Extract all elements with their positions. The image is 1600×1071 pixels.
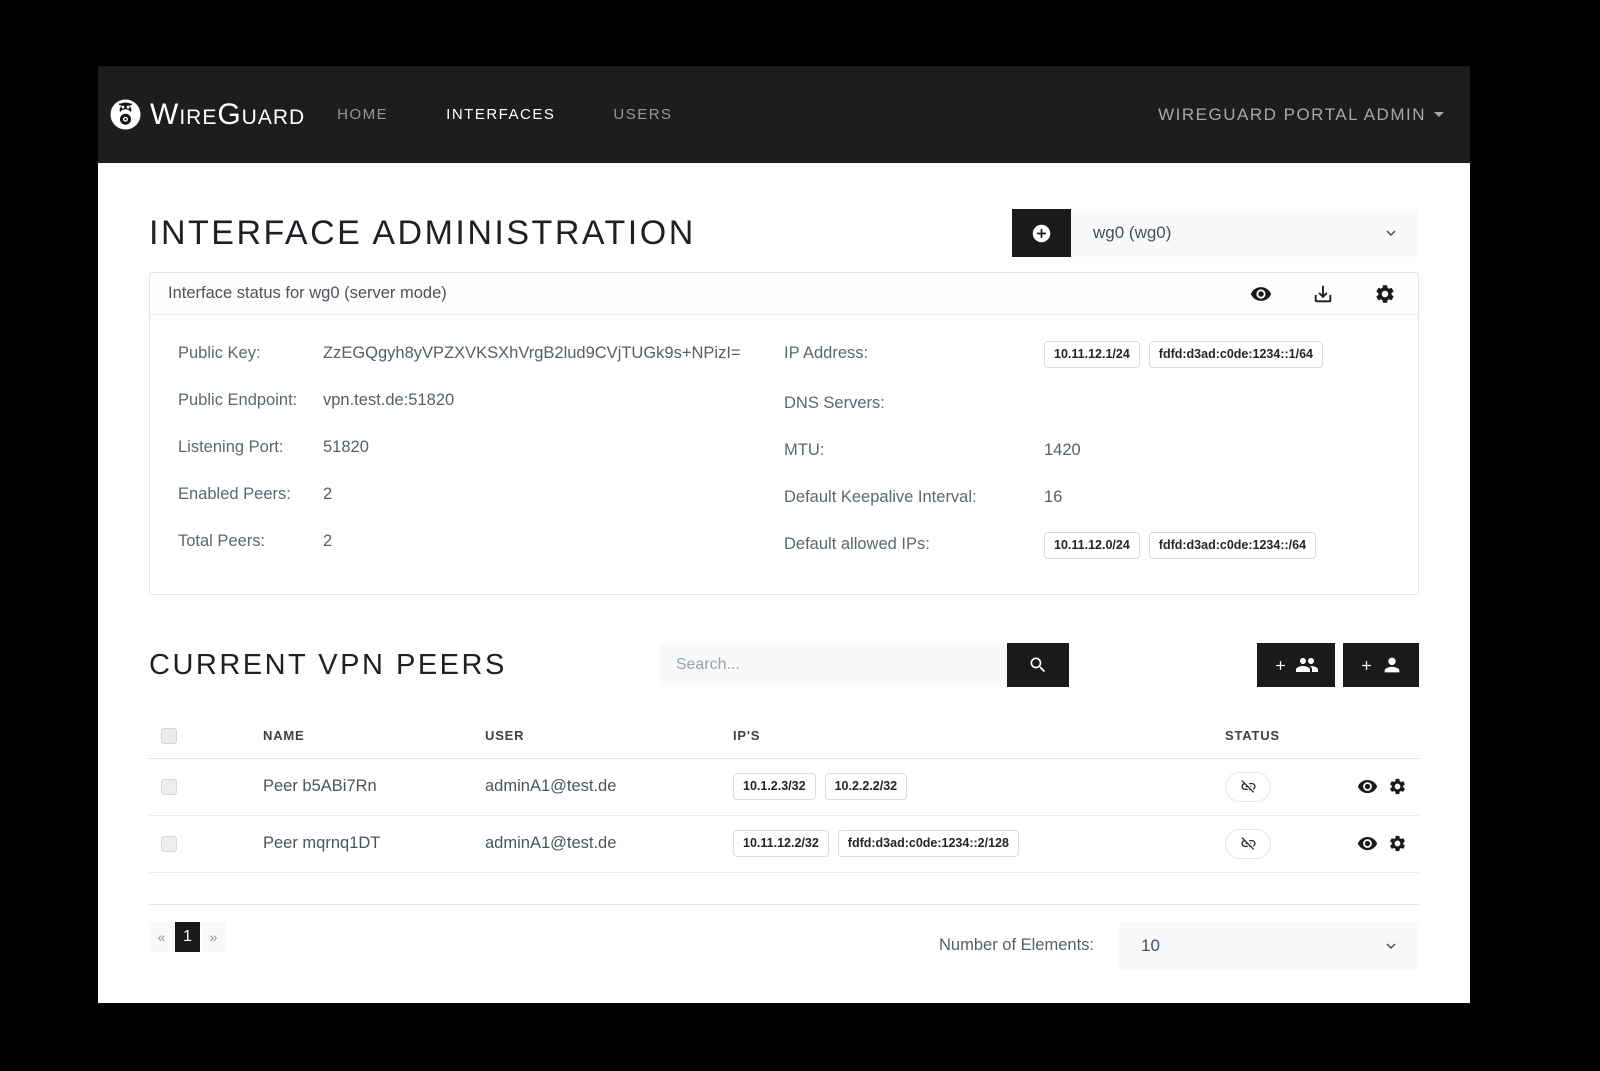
status-right-column: IP Address: 10.11.12.1/24 fdfd:d3ad:c0de… (784, 341, 1390, 582)
search-icon (1028, 655, 1048, 675)
user-icon (1381, 654, 1403, 676)
interface-status-card: Interface status for wg0 (server mode) (149, 272, 1419, 595)
interface-select-value: wg0 (wg0) (1093, 223, 1171, 243)
row-checkbox[interactable] (161, 836, 177, 852)
status-left-column: Public Key: ZzEGQgyh8yVPZXVKSXhVrgB2lud9… (178, 341, 784, 582)
edit-peer-button[interactable] (1388, 777, 1407, 796)
search-button[interactable] (1007, 643, 1069, 687)
table-header-row: NAME USER IP'S STATUS (149, 713, 1419, 758)
kv-keepalive: Default Keepalive Interval: 16 (784, 485, 1390, 509)
chevron-down-icon (1383, 225, 1399, 241)
caret-down-icon (1434, 112, 1444, 117)
eye-icon (1357, 833, 1378, 854)
wireguard-logo-icon (110, 99, 141, 130)
ip-badge: 10.11.12.1/24 (1044, 341, 1140, 368)
add-multiple-peers-button[interactable] (1257, 643, 1335, 687)
peer-ip-badge: fdfd:d3ad:c0de:1234::2/128 (838, 830, 1019, 857)
edit-peer-button[interactable] (1388, 834, 1407, 853)
page-title: INTERFACE ADMINISTRATION (149, 214, 696, 253)
kv-public-endpoint: Public Endpoint: vpn.test.de:51820 (178, 388, 784, 412)
user-menu-dropdown[interactable]: WIREGUARD PORTAL ADMIN (1158, 105, 1444, 125)
peers-table: NAME USER IP'S STATUS Peer b5ABi7Rn admi… (149, 713, 1419, 873)
card-title: Interface status for wg0 (server mode) (168, 284, 447, 303)
peer-user: adminA1@test.de (473, 815, 721, 872)
peer-user: adminA1@test.de (473, 758, 721, 815)
gear-icon (1388, 834, 1407, 853)
table-row: Peer mqrnq1DT adminA1@test.de 10.11.12.2… (149, 815, 1419, 872)
view-peer-button[interactable] (1357, 776, 1378, 797)
kv-ip-address: IP Address: 10.11.12.1/24 fdfd:d3ad:c0de… (784, 341, 1390, 368)
peer-ip-badge: 10.11.12.2/32 (733, 830, 829, 857)
interface-select[interactable]: wg0 (wg0) (1071, 209, 1419, 257)
kv-mtu: MTU: 1420 (784, 438, 1390, 462)
search-input[interactable] (660, 643, 1007, 687)
column-header-ips[interactable]: IP'S (721, 713, 1213, 758)
peer-status-badge (1225, 829, 1271, 859)
peer-search (660, 643, 1069, 687)
link-off-icon (1240, 778, 1257, 795)
pagination: « 1 » (149, 922, 227, 952)
column-header-name[interactable]: NAME (251, 713, 473, 758)
chevron-down-icon (1383, 938, 1399, 954)
kv-allowed-ips: Default allowed IPs: 10.11.12.0/24 fdfd:… (784, 532, 1390, 559)
peer-ip-badge: 10.2.2.2/32 (825, 773, 908, 800)
link-off-icon (1240, 835, 1257, 852)
interface-selector: wg0 (wg0) (1012, 209, 1419, 257)
peer-name: Peer b5ABi7Rn (251, 758, 473, 815)
nav-link-users[interactable]: USERS (613, 106, 672, 123)
elements-count-label: Number of Elements: (939, 936, 1094, 955)
pagination-page-1[interactable]: 1 (175, 922, 200, 952)
plus-circle-icon (1031, 223, 1052, 244)
kv-enabled-peers: Enabled Peers: 2 (178, 482, 784, 506)
kv-dns-servers: DNS Servers: (784, 391, 1390, 415)
nav-link-interfaces[interactable]: INTERFACES (446, 106, 555, 123)
kv-public-key: Public Key: ZzEGQgyh8yVPZXVKSXhVrgB2lud9… (178, 341, 784, 365)
gear-icon (1374, 283, 1396, 305)
divider (149, 904, 1419, 905)
add-interface-button[interactable] (1012, 209, 1071, 257)
pagination-prev[interactable]: « (149, 922, 174, 952)
edit-interface-button[interactable] (1374, 283, 1396, 305)
eye-icon (1250, 283, 1272, 305)
gear-icon (1388, 777, 1407, 796)
plus-icon (1273, 658, 1288, 673)
peer-status-badge (1225, 772, 1271, 802)
navbar: WireGuard HOME INTERFACES USERS WIREGUAR… (98, 66, 1470, 163)
ip-badge: fdfd:d3ad:c0de:1234::/64 (1149, 532, 1316, 559)
user-menu-label: WIREGUARD PORTAL ADMIN (1158, 105, 1426, 125)
download-config-button[interactable] (1312, 283, 1334, 305)
nav-links: HOME INTERFACES USERS (337, 106, 672, 123)
view-peer-button[interactable] (1357, 833, 1378, 854)
app-window: WireGuard HOME INTERFACES USERS WIREGUAR… (98, 66, 1470, 1003)
peer-ip-badge: 10.1.2.3/32 (733, 773, 816, 800)
brand-label: WireGuard (150, 98, 305, 132)
view-config-button[interactable] (1250, 283, 1272, 305)
row-checkbox[interactable] (161, 779, 177, 795)
elements-count-value: 10 (1141, 936, 1160, 956)
ip-badge: fdfd:d3ad:c0de:1234::1/64 (1149, 341, 1323, 368)
brand[interactable]: WireGuard (110, 98, 305, 132)
column-header-user[interactable]: USER (473, 713, 721, 758)
download-icon (1312, 283, 1334, 305)
card-header: Interface status for wg0 (server mode) (150, 273, 1418, 315)
peers-section-title: CURRENT VPN PEERS (149, 649, 507, 682)
peer-name: Peer mqrnq1DT (251, 815, 473, 872)
kv-listening-port: Listening Port: 51820 (178, 435, 784, 459)
select-all-checkbox[interactable] (161, 728, 177, 744)
kv-total-peers: Total Peers: 2 (178, 529, 784, 553)
ip-badge: 10.11.12.0/24 (1044, 532, 1140, 559)
pagination-next[interactable]: » (201, 922, 226, 952)
nav-link-home[interactable]: HOME (337, 106, 388, 123)
column-header-status: STATUS (1213, 713, 1339, 758)
add-peer-button[interactable] (1343, 643, 1419, 687)
table-row: Peer b5ABi7Rn adminA1@test.de 10.1.2.3/3… (149, 758, 1419, 815)
users-group-icon (1295, 653, 1319, 677)
eye-icon (1357, 776, 1378, 797)
plus-icon (1359, 658, 1374, 673)
elements-count-select[interactable]: 10 (1119, 922, 1419, 970)
